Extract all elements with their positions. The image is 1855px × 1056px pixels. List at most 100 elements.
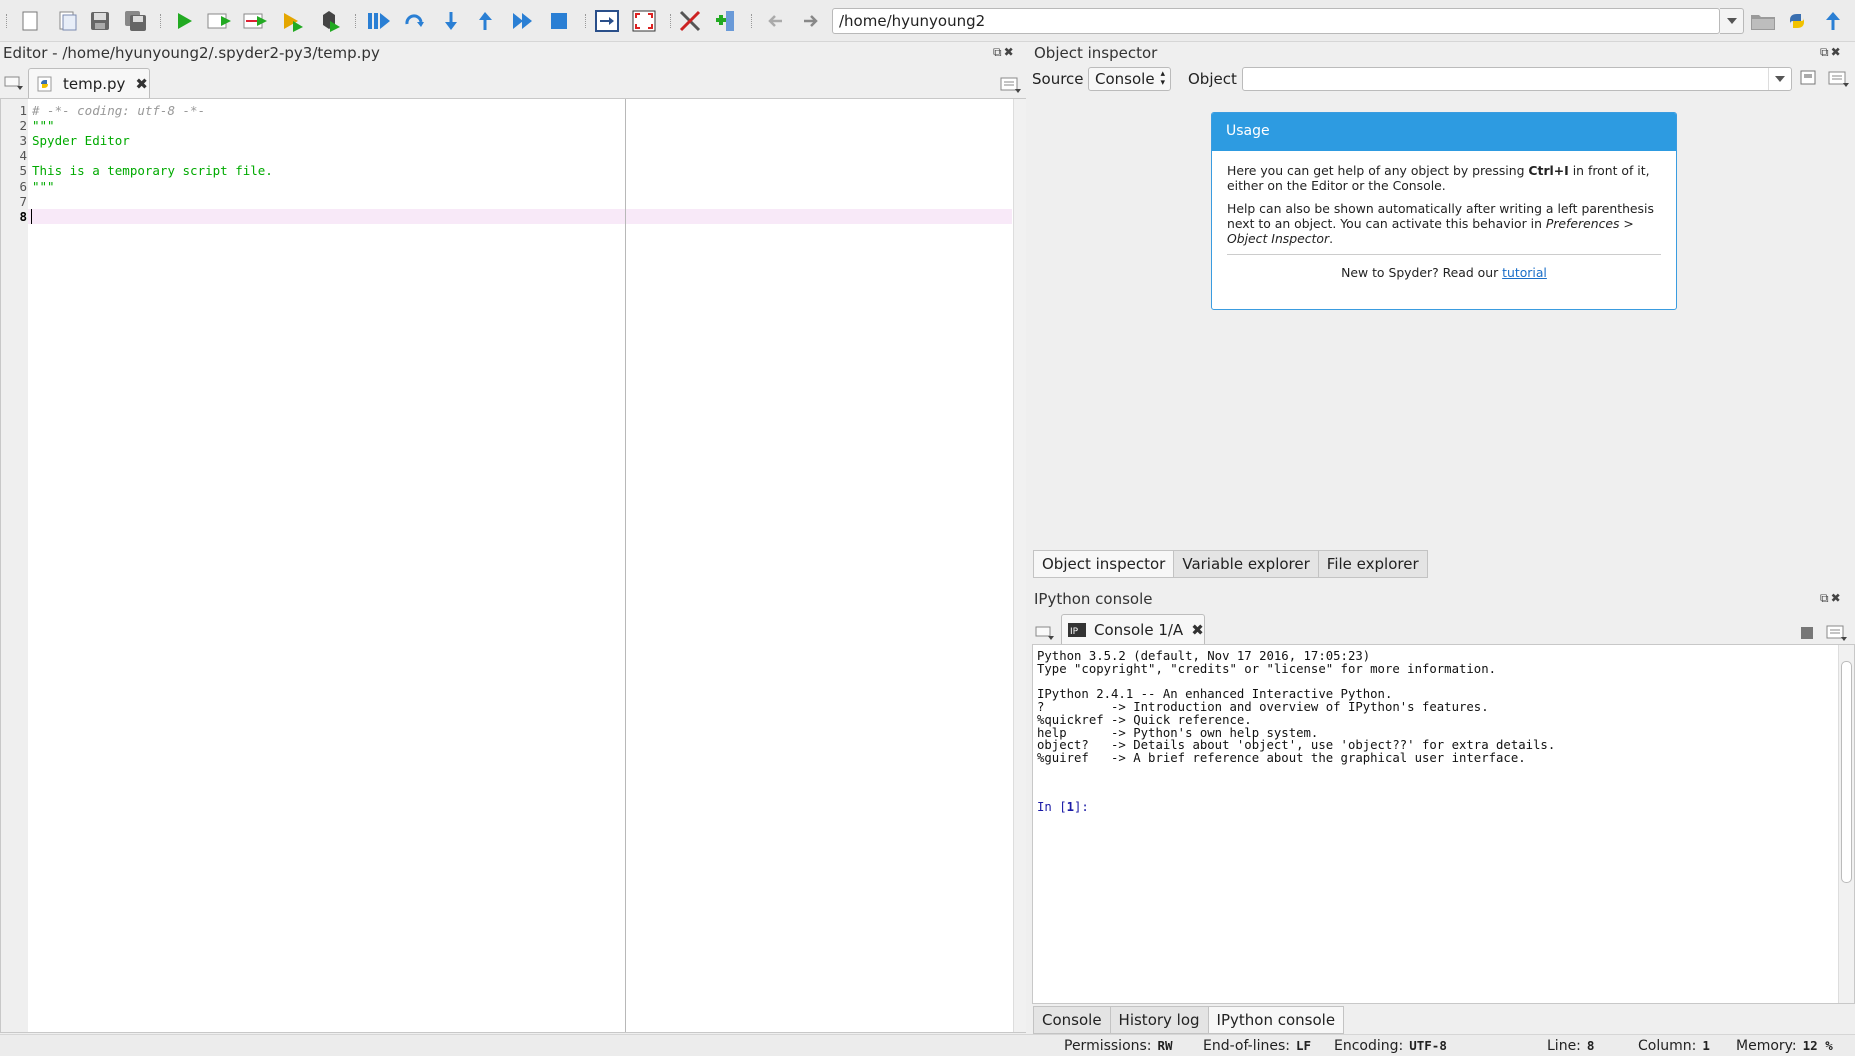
close-icon[interactable]: ✖ — [1831, 591, 1843, 605]
toolbar-separator — [585, 14, 587, 28]
prompt-suffix: ]: — [1074, 800, 1089, 814]
ipython-console-output[interactable]: Python 3.5.2 (default, Nov 17 2016, 17:0… — [1032, 644, 1855, 1004]
toolbar-separator — [751, 14, 753, 28]
debug-button[interactable] — [317, 8, 343, 34]
editor-options-button[interactable] — [1000, 76, 1022, 98]
python-button[interactable] — [1784, 8, 1810, 34]
tab-list-icon — [4, 76, 23, 90]
step-into-button[interactable] — [438, 8, 464, 34]
chevron-down-icon — [1726, 18, 1737, 24]
interrupt-button[interactable] — [1800, 626, 1814, 644]
step-button[interactable] — [401, 8, 427, 34]
prompt-prefix: In [ — [1037, 800, 1067, 814]
source-label: Source — [1032, 70, 1084, 88]
run-selection-button[interactable] — [281, 8, 307, 34]
console-tab-browse-button[interactable] — [1034, 622, 1056, 646]
tab-file-explorer[interactable]: File explorer — [1317, 550, 1428, 578]
run-button[interactable] — [171, 8, 197, 34]
undock-icon[interactable]: ⧉ — [993, 45, 1004, 59]
working-directory-input[interactable]: /home/hyunyoung2 — [832, 8, 1720, 34]
console-scrollbar[interactable] — [1838, 645, 1854, 1003]
step-icon — [405, 14, 424, 27]
editor-tabbar: temp.py ✖ — [0, 66, 1028, 98]
status-value: 8 — [1586, 1038, 1595, 1053]
step-return-icon — [479, 12, 492, 30]
save-all-button[interactable] — [123, 8, 149, 34]
line-number: 8 — [19, 208, 27, 224]
new-file-icon — [22, 11, 38, 31]
source-select[interactable]: Console ▴ ▾ — [1088, 67, 1171, 91]
tab-browse-button[interactable] — [3, 72, 25, 96]
lock-icon — [1800, 70, 1816, 85]
tab-ipython-console[interactable]: IPython console — [1207, 1006, 1345, 1034]
tab-console[interactable]: Console — [1033, 1006, 1111, 1034]
tab-temp-py[interactable]: temp.py ✖ — [28, 68, 150, 98]
status-value: LF — [1295, 1038, 1312, 1053]
preferences-icon — [679, 10, 701, 32]
line-number: 7 — [19, 193, 27, 209]
new-file-button[interactable] — [17, 8, 43, 34]
console-line: %guiref -> A brief reference about the g… — [1037, 751, 1526, 765]
run-icon — [178, 13, 192, 29]
continue-button[interactable] — [510, 8, 536, 34]
undock-icon[interactable]: ⧉ — [1820, 45, 1831, 59]
status-line: Line: 8 — [1547, 1038, 1594, 1054]
line-number: 6 — [19, 178, 27, 194]
lock-button[interactable] — [1800, 70, 1816, 90]
run-cell-button[interactable] — [207, 8, 233, 34]
debug-start-button[interactable] — [366, 8, 392, 34]
stop-button[interactable] — [546, 8, 572, 34]
console-options-button[interactable] — [1826, 624, 1848, 646]
fullscreen-icon — [632, 10, 656, 32]
object-dropdown[interactable] — [1768, 68, 1790, 90]
usage-body: Here you can get help of any object by p… — [1212, 151, 1676, 292]
fullscreen-button[interactable] — [631, 8, 657, 34]
step-return-button[interactable] — [474, 8, 500, 34]
current-line-highlight — [28, 209, 1012, 224]
open-file-icon — [59, 11, 77, 31]
preferences-button[interactable] — [677, 8, 703, 34]
editor-pane-title: Editor - /home/hyunyoung2/.spyder2-py3/t… — [3, 44, 380, 62]
browse-folder-button[interactable] — [1750, 8, 1776, 34]
ipython-dock-controls: ⧉✖ — [1820, 591, 1843, 606]
close-icon[interactable]: ✖ — [1004, 45, 1016, 59]
code-line: """ — [32, 178, 55, 194]
tab-console-1a[interactable]: IP Console 1/A ✖ — [1061, 614, 1205, 644]
parent-dir-button[interactable] — [1820, 8, 1846, 34]
pythonpath-button[interactable] — [713, 8, 739, 34]
object-inspector-title: Object inspector — [1034, 44, 1158, 62]
python-file-icon — [37, 76, 52, 91]
back-button[interactable] — [762, 8, 788, 34]
usage-heading: Usage — [1212, 113, 1676, 151]
back-icon — [768, 15, 782, 27]
usage-paragraph-1: Here you can get help of any object by p… — [1227, 163, 1661, 193]
object-inspector-options-button[interactable] — [1828, 70, 1850, 92]
text-cursor — [31, 209, 32, 224]
object-inspector-tabs: Object inspector Variable explorer File … — [1033, 550, 1428, 578]
object-input[interactable] — [1242, 67, 1792, 91]
close-tab-icon[interactable]: ✖ — [135, 75, 148, 93]
edge-line-marker — [625, 99, 626, 1032]
browse-folder-icon — [1751, 15, 1775, 30]
usage-footer: New to Spyder? Read our tutorial — [1227, 265, 1661, 280]
ipython-icon: IP — [1068, 622, 1086, 637]
code-line: # -*- coding: utf-8 -*- — [32, 103, 206, 118]
tab-variable-explorer[interactable]: Variable explorer — [1173, 550, 1319, 578]
run-cell-advance-button[interactable] — [243, 8, 269, 34]
close-icon[interactable]: ✖ — [1831, 45, 1843, 59]
input-prompt: In [1]: — [1037, 800, 1089, 814]
tutorial-link[interactable]: tutorial — [1502, 265, 1547, 280]
scrollbar-thumb[interactable] — [1841, 661, 1852, 883]
tab-object-inspector[interactable]: Object inspector — [1033, 550, 1175, 578]
undock-icon[interactable]: ⧉ — [1820, 591, 1831, 605]
close-tab-icon[interactable]: ✖ — [1191, 621, 1204, 639]
editor-scrollbar[interactable] — [1013, 99, 1026, 1032]
open-file-button[interactable] — [54, 8, 80, 34]
save-button[interactable] — [87, 8, 113, 34]
maximize-pane-button[interactable] — [594, 8, 620, 34]
code-editor[interactable]: 12345678 # -*- coding: utf-8 -*- """ Spyde… — [0, 98, 1026, 1033]
shortcut-key: Ctrl+I — [1528, 163, 1569, 178]
forward-button[interactable] — [798, 8, 824, 34]
tab-history-log[interactable]: History log — [1109, 1006, 1209, 1034]
working-directory-dropdown[interactable] — [1720, 8, 1744, 34]
